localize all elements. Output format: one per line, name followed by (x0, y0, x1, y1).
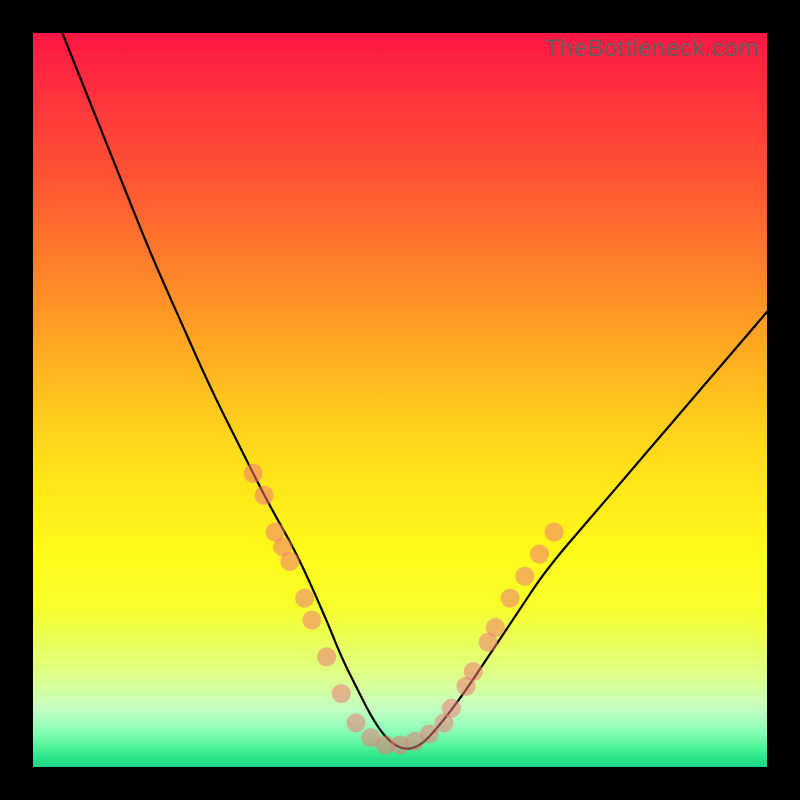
data-dot (486, 618, 505, 637)
data-dot (255, 486, 274, 505)
chart-svg (33, 33, 767, 767)
data-dot (302, 611, 321, 630)
data-dot (545, 523, 564, 542)
plot-area: TheBottleneck.com (33, 33, 767, 767)
data-dot (530, 545, 549, 564)
data-dots (244, 464, 564, 755)
data-dot (347, 714, 366, 733)
data-dot (244, 464, 263, 483)
data-dot (332, 684, 351, 703)
data-dot (515, 567, 534, 586)
data-dot (280, 552, 299, 571)
bottleneck-curve (62, 33, 767, 749)
data-dot (295, 589, 314, 608)
data-dot (464, 662, 483, 681)
chart-frame: TheBottleneck.com (0, 0, 800, 800)
data-dot (317, 647, 336, 666)
data-dot (501, 589, 520, 608)
data-dot (442, 699, 461, 718)
